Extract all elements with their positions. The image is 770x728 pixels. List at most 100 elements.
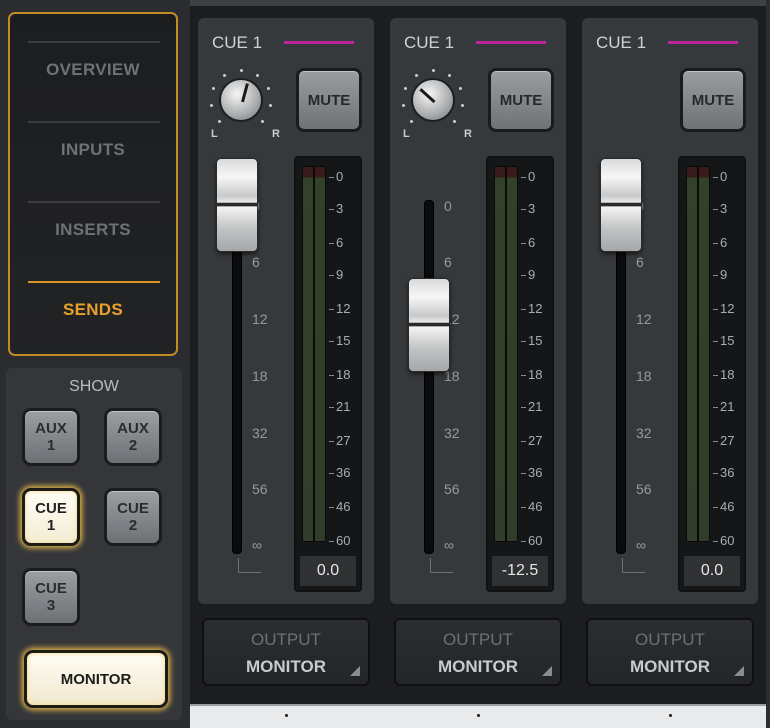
fader-scale-label: 32 xyxy=(252,425,268,441)
nav-item-sends[interactable]: SENDS xyxy=(10,270,176,350)
fader-handle[interactable] xyxy=(216,158,258,252)
meter-bar-right xyxy=(314,166,326,542)
meter-scale-label: 36 xyxy=(336,465,351,480)
output-selector[interactable]: OUTPUT MONITOR xyxy=(586,618,754,686)
level-meter: 0 3 6 9 12 15 18 21 27 36 46 60 0.0 xyxy=(294,156,362,592)
pan-dot xyxy=(267,87,271,90)
fader-scale-label: 0 xyxy=(444,198,452,214)
show-panel: SHOW AUX 1 AUX 2 CUE 1 CUE 2 CUE 3 MONIT… xyxy=(6,368,182,720)
meter-tick xyxy=(329,309,334,310)
monitor-button[interactable]: MONITOR xyxy=(24,650,168,708)
meter-scale-label: 21 xyxy=(720,399,735,414)
fader-scale-label: 32 xyxy=(444,425,460,441)
fader-track[interactable] xyxy=(616,200,626,554)
nav-item-overview[interactable]: OVERVIEW xyxy=(10,30,176,110)
mute-button[interactable]: MUTE xyxy=(296,68,362,132)
pan-dot xyxy=(402,104,406,108)
mute-button[interactable]: MUTE xyxy=(680,68,746,132)
dropdown-corner-icon xyxy=(350,666,360,676)
nav-item-inputs[interactable]: INPUTS xyxy=(10,110,176,190)
fader-scale-bracket xyxy=(622,558,645,573)
fader-scale-label: 18 xyxy=(636,368,652,384)
show-cue-2-button[interactable]: CUE 2 xyxy=(104,488,162,546)
meter-tick xyxy=(329,473,334,474)
pan-knob[interactable] xyxy=(411,78,455,122)
meter-scale-label: 9 xyxy=(720,267,728,282)
meter-scale-label: 18 xyxy=(336,367,351,382)
output-value: MONITOR xyxy=(630,657,710,676)
show-aux-2-button[interactable]: AUX 2 xyxy=(104,408,162,466)
strip-bottom-dot xyxy=(477,714,480,717)
fader-scale-label: 12 xyxy=(636,311,652,327)
button-label: MUTE xyxy=(499,91,543,109)
strip-top-edge xyxy=(574,0,766,6)
meter-tick xyxy=(329,507,334,508)
fader-scale-bracket xyxy=(430,558,453,573)
show-aux-1-button[interactable]: AUX 1 xyxy=(22,408,80,466)
meter-scale-label: 21 xyxy=(336,399,351,414)
pan-left-label: L xyxy=(211,128,218,140)
meter-scale-label: 46 xyxy=(720,499,735,514)
fader-scale-label: ∞ xyxy=(444,537,454,553)
pan-dot xyxy=(410,119,414,123)
button-label: MUTE xyxy=(307,91,351,109)
cue-color-bar xyxy=(284,41,354,44)
meter-scale-label: 6 xyxy=(720,235,728,250)
meter-tick xyxy=(713,177,718,178)
show-cue-3-button[interactable]: CUE 3 xyxy=(22,568,80,626)
meter-tick xyxy=(329,341,334,342)
show-cue-1-button[interactable]: CUE 1 xyxy=(22,488,80,546)
fader-scale-label: 12 xyxy=(252,311,268,327)
button-label: MONITOR xyxy=(60,670,132,688)
dropdown-corner-icon xyxy=(734,666,744,676)
pan-dot xyxy=(211,87,215,90)
fader-track[interactable] xyxy=(232,200,242,554)
nav-item-inserts[interactable]: INSERTS xyxy=(10,190,176,270)
meter-tick xyxy=(713,341,718,342)
meter-scale-label: 15 xyxy=(336,333,351,348)
strip-bottom-edge xyxy=(190,704,382,728)
meter-tick xyxy=(713,441,718,442)
output-label: OUTPUT xyxy=(635,630,705,649)
meter-tick xyxy=(713,209,718,210)
pan-knob[interactable] xyxy=(219,78,263,122)
button-label: AUX 2 xyxy=(117,420,149,454)
output-selector[interactable]: OUTPUT MONITOR xyxy=(202,618,370,686)
meter-tick xyxy=(521,441,526,442)
meter-readout: 0.0 xyxy=(684,556,740,586)
meter-tick xyxy=(521,243,526,244)
output-label: OUTPUT xyxy=(251,630,321,649)
fader-scale-label: 56 xyxy=(636,481,652,497)
meter-tick xyxy=(713,243,718,244)
fader-handle[interactable] xyxy=(600,158,642,252)
meter-tick xyxy=(713,309,718,310)
meter-tick xyxy=(521,309,526,310)
output-value: MONITOR xyxy=(438,657,518,676)
show-title: SHOW xyxy=(69,378,119,395)
meter-readout: 0.0 xyxy=(300,556,356,586)
strip-bottom-edge xyxy=(574,704,766,728)
meter-tick xyxy=(713,473,718,474)
fader-scale-label: 6 xyxy=(444,254,452,270)
meter-scale-label: 12 xyxy=(336,301,351,316)
pan-dot xyxy=(460,104,464,108)
meter-bar-left xyxy=(494,166,506,542)
output-value: MONITOR xyxy=(246,657,326,676)
pan-dot xyxy=(256,73,260,77)
fader-track[interactable] xyxy=(424,200,434,554)
pan-dot xyxy=(414,73,418,77)
button-label: AUX 1 xyxy=(35,420,67,454)
meter-tick xyxy=(329,209,334,210)
meter-scale-label: 12 xyxy=(720,301,735,316)
meter-scale-label: 27 xyxy=(528,433,543,448)
meter-scale-label: 60 xyxy=(528,533,543,548)
meter-scale-label: 15 xyxy=(720,333,735,348)
pan-dot xyxy=(452,119,456,123)
meter-tick xyxy=(329,177,334,178)
meter-scale-label: 18 xyxy=(528,367,543,382)
output-selector[interactable]: OUTPUT MONITOR xyxy=(394,618,562,686)
fader-scale-label: 56 xyxy=(444,481,460,497)
mute-button[interactable]: MUTE xyxy=(488,68,554,132)
fader-handle[interactable] xyxy=(408,278,450,372)
left-panel: OVERVIEW INPUTS INSERTS SENDS SHOW AUX 1… xyxy=(0,0,190,726)
